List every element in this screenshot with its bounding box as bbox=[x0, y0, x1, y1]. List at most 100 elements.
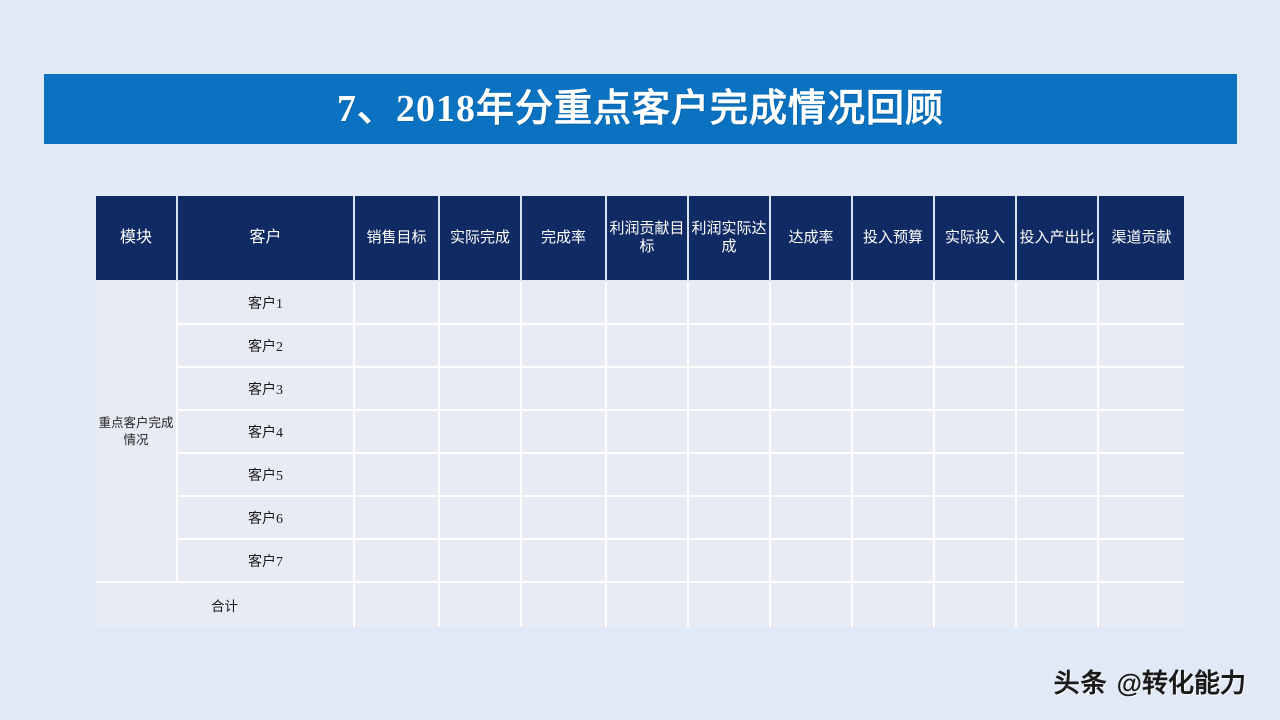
cell-channel-contribution[interactable] bbox=[1099, 282, 1184, 325]
cell-actual-sales[interactable] bbox=[440, 497, 522, 540]
slide-title-banner: 7、2018年分重点客户完成情况回顾 bbox=[44, 74, 1237, 144]
cell-actual-investment[interactable] bbox=[935, 325, 1017, 368]
cell-actual-investment[interactable] bbox=[935, 497, 1017, 540]
customer-name-cell: 客户6 bbox=[178, 497, 355, 540]
cell-profit-target[interactable] bbox=[607, 497, 689, 540]
cell-total-roi[interactable] bbox=[1017, 583, 1099, 627]
cell-profit-actual[interactable] bbox=[689, 282, 771, 325]
cell-investment-budget[interactable] bbox=[853, 497, 935, 540]
column-header-sales-target: 销售目标 bbox=[355, 196, 440, 282]
cell-completion-rate[interactable] bbox=[522, 454, 607, 497]
column-header-customer: 客户 bbox=[178, 196, 355, 282]
cell-channel-contribution[interactable] bbox=[1099, 368, 1184, 411]
table-header-row-group: 模块 客户 销售目标 实际完成 完成率 利润贡献目标 利润实际达成 达成率 投入… bbox=[96, 196, 1184, 282]
cell-roi[interactable] bbox=[1017, 282, 1099, 325]
column-header-profit-target: 利润贡献目标 bbox=[607, 196, 689, 282]
column-header-channel-contribution: 渠道贡献 bbox=[1099, 196, 1184, 282]
cell-achievement-rate[interactable] bbox=[771, 282, 853, 325]
cell-channel-contribution[interactable] bbox=[1099, 411, 1184, 454]
cell-achievement-rate[interactable] bbox=[771, 325, 853, 368]
column-header-investment-budget: 投入预算 bbox=[853, 196, 935, 282]
customer-name-cell: 客户5 bbox=[178, 454, 355, 497]
cell-profit-actual[interactable] bbox=[689, 497, 771, 540]
cell-sales-target[interactable] bbox=[355, 368, 440, 411]
customer-name-cell: 客户1 bbox=[178, 282, 355, 325]
cell-profit-actual[interactable] bbox=[689, 411, 771, 454]
cell-actual-sales[interactable] bbox=[440, 368, 522, 411]
cell-sales-target[interactable] bbox=[355, 454, 440, 497]
cell-profit-target[interactable] bbox=[607, 540, 689, 583]
cell-actual-sales[interactable] bbox=[440, 325, 522, 368]
cell-profit-target[interactable] bbox=[607, 368, 689, 411]
cell-achievement-rate[interactable] bbox=[771, 411, 853, 454]
table-row: 客户4 bbox=[96, 411, 1184, 454]
cell-actual-investment[interactable] bbox=[935, 368, 1017, 411]
cell-achievement-rate[interactable] bbox=[771, 368, 853, 411]
watermark-handle: @转化能力 bbox=[1116, 668, 1246, 698]
cell-sales-target[interactable] bbox=[355, 411, 440, 454]
cell-total-profit-actual[interactable] bbox=[689, 583, 771, 627]
cell-investment-budget[interactable] bbox=[853, 282, 935, 325]
module-merged-cell: 重点客户完成情况 bbox=[96, 282, 178, 583]
cell-actual-investment[interactable] bbox=[935, 540, 1017, 583]
cell-profit-target[interactable] bbox=[607, 454, 689, 497]
cell-roi[interactable] bbox=[1017, 368, 1099, 411]
cell-actual-sales[interactable] bbox=[440, 411, 522, 454]
cell-channel-contribution[interactable] bbox=[1099, 454, 1184, 497]
cell-total-sales-target[interactable] bbox=[355, 583, 440, 627]
cell-sales-target[interactable] bbox=[355, 325, 440, 368]
cell-investment-budget[interactable] bbox=[853, 411, 935, 454]
report-table-container: 模块 客户 销售目标 实际完成 完成率 利润贡献目标 利润实际达成 达成率 投入… bbox=[96, 196, 1184, 629]
cell-channel-contribution[interactable] bbox=[1099, 540, 1184, 583]
cell-completion-rate[interactable] bbox=[522, 540, 607, 583]
cell-total-channel-contribution[interactable] bbox=[1099, 583, 1184, 627]
cell-actual-investment[interactable] bbox=[935, 282, 1017, 325]
cell-actual-sales[interactable] bbox=[440, 454, 522, 497]
table-row: 客户3 bbox=[96, 368, 1184, 411]
cell-total-profit-target[interactable] bbox=[607, 583, 689, 627]
cell-roi[interactable] bbox=[1017, 454, 1099, 497]
cell-investment-budget[interactable] bbox=[853, 454, 935, 497]
cell-roi[interactable] bbox=[1017, 325, 1099, 368]
cell-sales-target[interactable] bbox=[355, 540, 440, 583]
cell-roi[interactable] bbox=[1017, 540, 1099, 583]
cell-achievement-rate[interactable] bbox=[771, 497, 853, 540]
cell-profit-actual[interactable] bbox=[689, 325, 771, 368]
cell-investment-budget[interactable] bbox=[853, 368, 935, 411]
cell-investment-budget[interactable] bbox=[853, 540, 935, 583]
customer-name-cell: 客户3 bbox=[178, 368, 355, 411]
cell-actual-investment[interactable] bbox=[935, 454, 1017, 497]
cell-completion-rate[interactable] bbox=[522, 411, 607, 454]
cell-sales-target[interactable] bbox=[355, 497, 440, 540]
cell-profit-actual[interactable] bbox=[689, 454, 771, 497]
table-row: 客户7 bbox=[96, 540, 1184, 583]
cell-roi[interactable] bbox=[1017, 411, 1099, 454]
column-header-module: 模块 bbox=[96, 196, 178, 282]
cell-profit-target[interactable] bbox=[607, 411, 689, 454]
cell-achievement-rate[interactable] bbox=[771, 540, 853, 583]
table-header-row: 模块 客户 销售目标 实际完成 完成率 利润贡献目标 利润实际达成 达成率 投入… bbox=[96, 196, 1184, 282]
cell-profit-target[interactable] bbox=[607, 282, 689, 325]
cell-total-investment-budget[interactable] bbox=[853, 583, 935, 627]
cell-achievement-rate[interactable] bbox=[771, 454, 853, 497]
cell-completion-rate[interactable] bbox=[522, 368, 607, 411]
cell-roi[interactable] bbox=[1017, 497, 1099, 540]
cell-actual-investment[interactable] bbox=[935, 411, 1017, 454]
cell-sales-target[interactable] bbox=[355, 282, 440, 325]
cell-total-actual-investment[interactable] bbox=[935, 583, 1017, 627]
cell-total-completion-rate[interactable] bbox=[522, 583, 607, 627]
cell-completion-rate[interactable] bbox=[522, 325, 607, 368]
cell-channel-contribution[interactable] bbox=[1099, 325, 1184, 368]
cell-profit-actual[interactable] bbox=[689, 368, 771, 411]
cell-total-achievement-rate[interactable] bbox=[771, 583, 853, 627]
cell-profit-actual[interactable] bbox=[689, 540, 771, 583]
cell-channel-contribution[interactable] bbox=[1099, 497, 1184, 540]
cell-profit-target[interactable] bbox=[607, 325, 689, 368]
cell-actual-sales[interactable] bbox=[440, 540, 522, 583]
cell-completion-rate[interactable] bbox=[522, 497, 607, 540]
cell-completion-rate[interactable] bbox=[522, 282, 607, 325]
cell-investment-budget[interactable] bbox=[853, 325, 935, 368]
column-header-actual-sales: 实际完成 bbox=[440, 196, 522, 282]
cell-actual-sales[interactable] bbox=[440, 282, 522, 325]
cell-total-actual-sales[interactable] bbox=[440, 583, 522, 627]
